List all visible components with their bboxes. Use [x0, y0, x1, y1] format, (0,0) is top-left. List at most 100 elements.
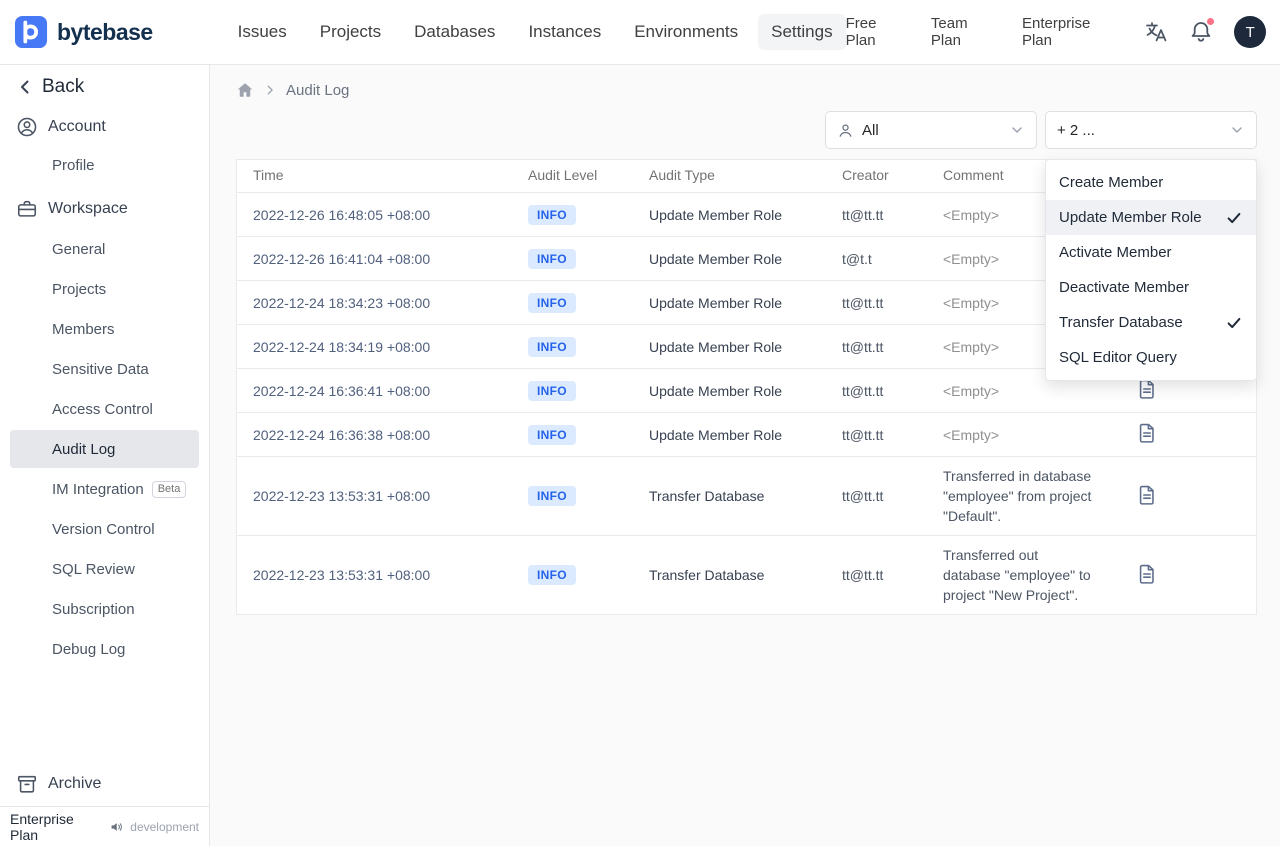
archive-label: Archive: [48, 775, 102, 792]
bytebase-logo[interactable]: bytebase: [14, 15, 209, 49]
document-icon: [1136, 422, 1158, 444]
sidebar-item-label: Profile: [52, 156, 95, 174]
speaker-icon[interactable]: [109, 819, 125, 835]
nav-databases[interactable]: Databases: [401, 14, 508, 50]
settings-sidebar: Back Account Profile Workspace General P…: [0, 65, 210, 846]
sidebar-item-debug-log[interactable]: Debug Log: [10, 630, 199, 668]
enterprise-plan-link[interactable]: Enterprise Plan: [1022, 15, 1123, 49]
cell-level: INFO: [512, 192, 633, 237]
menu-item-transfer-database[interactable]: Transfer Database: [1046, 305, 1256, 340]
sidebar-item-profile[interactable]: Profile: [0, 147, 209, 183]
sidebar-item-subscription[interactable]: Subscription: [10, 590, 199, 628]
sidebar-item-sql-review[interactable]: SQL Review: [10, 550, 199, 588]
main-nav: Issues Projects Databases Instances Envi…: [225, 14, 846, 50]
column-audit-type: Audit Type: [633, 160, 826, 193]
sidebar-item-audit-log[interactable]: Audit Log: [10, 430, 199, 468]
audit-level-badge: INFO: [528, 248, 576, 269]
menu-item-deactivate-member[interactable]: Deactivate Member: [1046, 270, 1256, 305]
topbar-right-cluster: Free Plan Team Plan Enterprise Plan T: [846, 15, 1267, 49]
document-icon: [1136, 563, 1158, 585]
back-label: Back: [42, 76, 85, 97]
nav-environments[interactable]: Environments: [621, 14, 751, 50]
cell-action: [1108, 412, 1256, 457]
nav-projects[interactable]: Projects: [307, 14, 394, 50]
cell-type: Update Member Role: [633, 412, 826, 457]
cell-type: Update Member Role: [633, 368, 826, 413]
cell-level: INFO: [512, 368, 633, 413]
bytebase-logo-icon: [14, 15, 48, 49]
sidebar-item-general[interactable]: General: [10, 230, 199, 268]
audit-level-badge: INFO: [528, 292, 576, 313]
cell-type: Transfer Database: [633, 456, 826, 536]
sidebar-item-label: Members: [52, 320, 115, 338]
menu-item-create-member[interactable]: Create Member: [1046, 165, 1256, 200]
audit-level-badge: INFO: [528, 204, 576, 225]
translate-icon[interactable]: [1144, 20, 1168, 44]
sidebar-item-sensitive-data[interactable]: Sensitive Data: [10, 350, 199, 388]
creator-filter-value: All: [862, 121, 879, 139]
document-icon: [1136, 378, 1158, 400]
cell-creator: tt@tt.tt: [826, 192, 927, 237]
nav-settings[interactable]: Settings: [758, 14, 846, 50]
menu-item-update-member-role[interactable]: Update Member Role: [1046, 200, 1256, 235]
check-icon: [1225, 314, 1243, 332]
home-icon[interactable]: [236, 81, 254, 99]
cell-creator: tt@tt.tt: [826, 412, 927, 457]
view-log-button[interactable]: [1136, 422, 1158, 444]
audit-type-filter-select[interactable]: + 2 ...: [1045, 111, 1257, 149]
cell-type: Update Member Role: [633, 280, 826, 325]
cell-level: INFO: [512, 412, 633, 457]
creator-filter-select[interactable]: All: [825, 111, 1037, 149]
sidebar-item-projects[interactable]: Projects: [10, 270, 199, 308]
audit-level-badge: INFO: [528, 380, 576, 401]
column-audit-level: Audit Level: [512, 160, 633, 193]
menu-item-activate-member[interactable]: Activate Member: [1046, 235, 1256, 270]
view-log-button[interactable]: [1136, 378, 1158, 400]
sidebar-item-version-control[interactable]: Version Control: [10, 510, 199, 548]
cell-creator: t@t.t: [826, 236, 927, 281]
chevron-left-icon: [15, 77, 35, 97]
nav-instances[interactable]: Instances: [515, 14, 614, 50]
cell-level: INFO: [512, 236, 633, 281]
notification-bell-icon[interactable]: [1189, 17, 1216, 44]
user-avatar[interactable]: T: [1234, 16, 1267, 48]
menu-item-label: Activate Member: [1059, 244, 1172, 261]
audit-type-dropdown-menu: Create Member Update Member Role Activat…: [1045, 159, 1257, 381]
sidebar-item-label: Sensitive Data: [52, 360, 149, 378]
chevron-down-icon: [1009, 122, 1025, 138]
chevron-down-icon: [1229, 122, 1245, 138]
chevron-right-icon: [263, 83, 277, 97]
column-creator: Creator: [826, 160, 927, 193]
sidebar-item-access-control[interactable]: Access Control: [10, 390, 199, 428]
sidebar-item-members[interactable]: Members: [10, 310, 199, 348]
sidebar-item-im-integration[interactable]: IM Integration Beta: [10, 470, 199, 508]
audit-level-badge: INFO: [528, 424, 576, 445]
audit-type-filter-value: + 2 ...: [1057, 121, 1095, 139]
menu-item-label: Create Member: [1059, 174, 1164, 191]
view-log-button[interactable]: [1136, 563, 1158, 585]
cell-comment: Transferred out database "employee" to p…: [927, 535, 1108, 615]
cell-type: Update Member Role: [633, 192, 826, 237]
team-plan-link[interactable]: Team Plan: [931, 15, 1001, 49]
cell-level: INFO: [512, 324, 633, 369]
nav-issues[interactable]: Issues: [225, 14, 300, 50]
breadcrumb: Audit Log: [236, 75, 1257, 105]
cell-time: 2022-12-24 16:36:41 +08:00: [237, 368, 512, 413]
view-log-button[interactable]: [1136, 484, 1158, 506]
cell-action: [1108, 535, 1256, 615]
cell-time: 2022-12-26 16:41:04 +08:00: [237, 236, 512, 281]
sidebar-item-label: IM Integration: [52, 480, 144, 498]
free-plan-link[interactable]: Free Plan: [846, 15, 910, 49]
cell-time: 2022-12-23 13:53:31 +08:00: [237, 456, 512, 536]
menu-item-label: Transfer Database: [1059, 314, 1183, 331]
footer-plan-label: Enterprise Plan: [10, 810, 74, 843]
cell-type: Transfer Database: [633, 535, 826, 615]
cell-time: 2022-12-23 13:53:31 +08:00: [237, 535, 512, 615]
menu-item-sql-editor-query[interactable]: SQL Editor Query: [1046, 340, 1256, 375]
section-workspace: Workspace: [0, 189, 209, 229]
sidebar-item-archive[interactable]: Archive: [0, 762, 209, 806]
cell-action: [1108, 456, 1256, 536]
sidebar-item-label: General: [52, 240, 106, 258]
top-navigation-bar: bytebase Issues Projects Databases Insta…: [0, 0, 1280, 65]
back-button[interactable]: Back: [0, 67, 209, 107]
